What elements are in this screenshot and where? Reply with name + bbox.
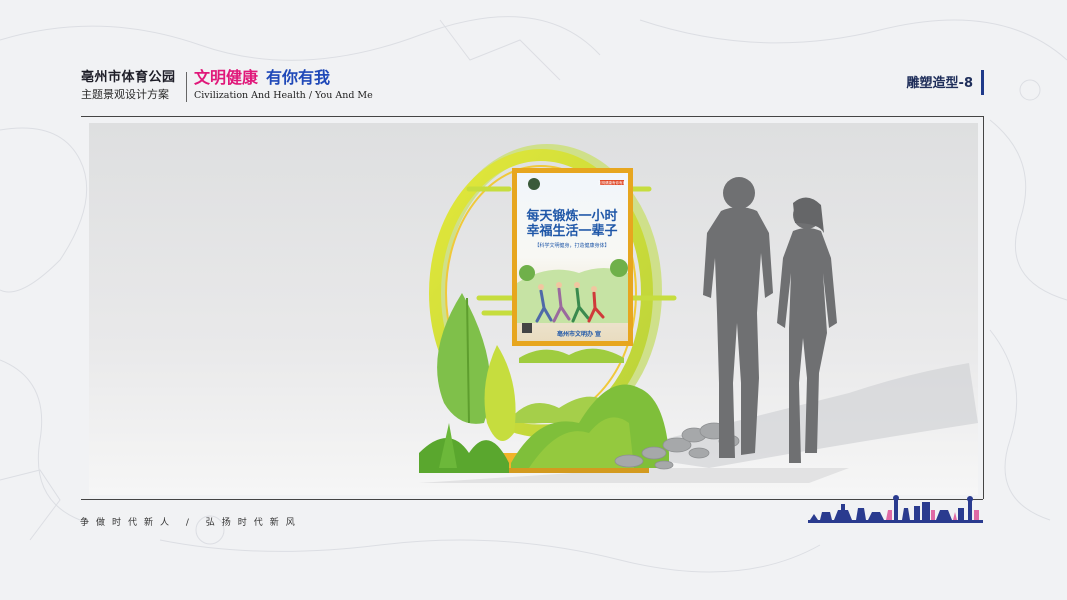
slogan-part2: 有你有我: [266, 68, 331, 87]
poster-board: 文明健康有你有我 每天锻炼一小时 幸福生活一辈子 【科学文明健身，打造健康身体】…: [512, 168, 633, 346]
poster-footer: 亳州市文明办 宣: [557, 330, 601, 338]
header-slogan-block: 文明健康 有你有我 Civilization And Health / You A…: [194, 68, 373, 101]
header-divider: [186, 72, 187, 102]
page-label: 雕塑造型-8: [906, 76, 973, 91]
poster-line1: 每天锻炼一小时: [526, 208, 617, 224]
poster-line2: 幸福生活一辈子: [526, 223, 617, 239]
slogan-english: Civilization And Health / You And Me: [194, 90, 373, 101]
plan-name: 主题景观设计方案: [81, 88, 169, 101]
sculpture-render: 文明健康有你有我 每天锻炼一小时 幸福生活一辈子 【科学文明健身，打造健康身体】…: [89, 123, 978, 495]
frame-line-right: [983, 116, 984, 499]
slogan: 文明健康 有你有我: [194, 68, 373, 88]
page-label-bar: [981, 70, 984, 95]
frame-line-top: [81, 116, 983, 117]
poster-subline: 【科学文明健身，打造健康身体】: [534, 242, 609, 249]
slogan-part1: 文明健康: [194, 68, 259, 87]
skyline-logo: [808, 495, 983, 523]
footer-slogan: 争做时代新人 / 弘扬时代新风: [80, 518, 302, 528]
header-titles: 亳州市体育公园 主题景观设计方案: [81, 70, 176, 102]
park-name: 亳州市体育公园: [81, 70, 176, 85]
poster-tag: 文明健康有你有我: [598, 180, 626, 185]
